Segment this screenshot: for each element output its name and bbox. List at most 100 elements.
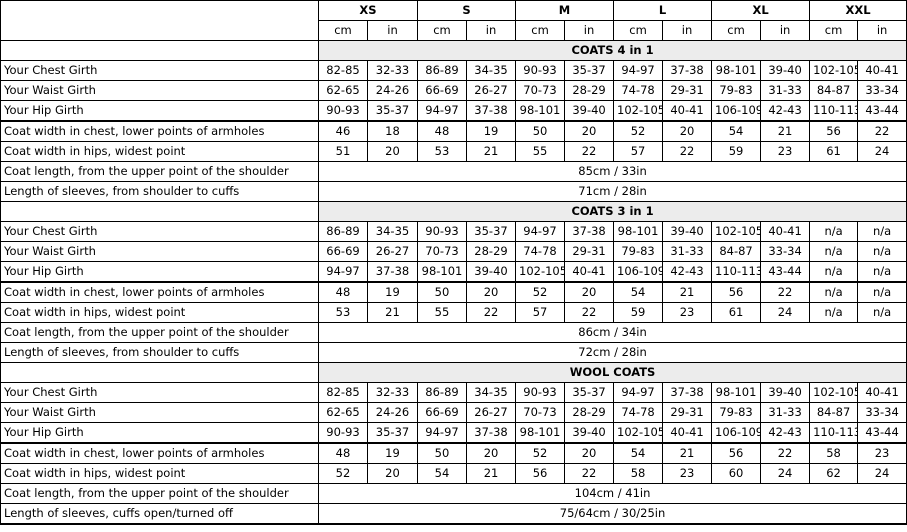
measurement-value: 39-40 bbox=[662, 221, 713, 242]
measurement-value: 50 bbox=[417, 281, 467, 303]
measurement-row: Coat width in hips, widest point 52 20 54 21… bbox=[0, 463, 907, 484]
measurement-value: 21 bbox=[367, 302, 418, 323]
measurement-value: 48 bbox=[318, 281, 368, 303]
measurement-value: 94-97 bbox=[318, 261, 368, 283]
unit-header-cm: cm bbox=[515, 20, 566, 41]
measurement-value: n/a bbox=[857, 221, 907, 242]
unit-header-in: in bbox=[465, 20, 517, 41]
measurement-value: 61 bbox=[809, 141, 859, 162]
unit-header-cm: cm bbox=[711, 20, 762, 41]
measurement-value: 32-33 bbox=[367, 60, 418, 81]
measurement-value: 110-113 bbox=[809, 422, 859, 444]
measurement-value: 43-44 bbox=[760, 261, 811, 283]
measurement-value: 33-34 bbox=[760, 241, 811, 262]
measurement-value: 28-29 bbox=[465, 241, 517, 262]
measurement-label: Coat width in hips, widest point bbox=[0, 463, 319, 484]
measurement-label: Length of sleeves, from shoulder to cuff… bbox=[0, 181, 319, 202]
measurement-value: 74-78 bbox=[613, 80, 664, 101]
measurement-value: 94-97 bbox=[417, 100, 467, 122]
measurement-value: 98-101 bbox=[613, 221, 664, 242]
measurement-value: 37-38 bbox=[465, 422, 517, 444]
measurement-value: 79-83 bbox=[711, 402, 762, 423]
measurement-value: 62-65 bbox=[318, 402, 368, 423]
measurement-row: Coat width in hips, widest point 51 20 53 21… bbox=[0, 141, 907, 162]
measurement-value: 71cm / 28in bbox=[317, 181, 907, 202]
measurement-row: Your Waist Girth 62-65 24-26 66-69 26-27 70-7… bbox=[0, 80, 907, 101]
unit-header-in: in bbox=[564, 20, 615, 41]
measurement-value: 50 bbox=[417, 442, 467, 464]
measurement-value: 39-40 bbox=[564, 422, 615, 444]
measurement-value: 22 bbox=[465, 302, 517, 323]
measurement-value: 29-31 bbox=[662, 402, 713, 423]
sleeve-length-row: Length of sleeves, from shoulder to cuff… bbox=[0, 181, 907, 202]
measurement-value: 110-113 bbox=[809, 100, 859, 122]
measurement-value: 19 bbox=[465, 120, 517, 142]
measurement-value: 22 bbox=[564, 302, 615, 323]
measurement-value: n/a bbox=[809, 302, 859, 323]
measurement-label: Coat width in chest, lower points of arm… bbox=[0, 120, 319, 142]
size-header-row: XS S M L XL XXL bbox=[0, 0, 907, 41]
measurement-value: 26-27 bbox=[465, 80, 517, 101]
measurement-value: 20 bbox=[564, 281, 615, 303]
measurement-value: 106-109 bbox=[711, 100, 762, 122]
measurement-value: 24-26 bbox=[367, 80, 418, 101]
measurement-value: 106-109 bbox=[613, 261, 664, 283]
size-header-xxl: XXL bbox=[809, 0, 907, 21]
measurement-value: 21 bbox=[465, 463, 517, 484]
measurement-value: 24 bbox=[760, 463, 811, 484]
unit-header-cm: cm bbox=[318, 20, 368, 41]
measurement-value: 98-101 bbox=[515, 422, 566, 444]
measurement-row: Your Chest Girth 82-85 32-33 86-89 34-35 90-9… bbox=[0, 382, 907, 403]
coat-length-row: Coat length, from the upper point of the… bbox=[0, 322, 907, 343]
measurement-value: 33-34 bbox=[857, 402, 907, 423]
measurement-value: 40-41 bbox=[857, 60, 907, 81]
measurement-value: 40-41 bbox=[857, 382, 907, 403]
measurement-value: 20 bbox=[367, 141, 418, 162]
measurement-value: 23 bbox=[662, 302, 713, 323]
unit-header-cm: cm bbox=[809, 20, 859, 41]
measurement-value: 74-78 bbox=[613, 402, 664, 423]
measurement-value: 29-31 bbox=[662, 80, 713, 101]
section-title: WOOL COATS bbox=[317, 362, 907, 383]
measurement-value: 28-29 bbox=[564, 402, 615, 423]
measurement-value: 54 bbox=[711, 120, 762, 142]
measurement-value: 37-38 bbox=[564, 221, 615, 242]
measurement-value: 21 bbox=[662, 442, 713, 464]
section-label-cell bbox=[0, 362, 319, 383]
measurement-value: 31-33 bbox=[662, 241, 713, 262]
measurement-value: 66-69 bbox=[417, 80, 467, 101]
measurement-value: n/a bbox=[809, 261, 859, 283]
measurement-value: 86cm / 34in bbox=[317, 322, 907, 343]
measurement-value: n/a bbox=[857, 302, 907, 323]
measurement-value: 42-43 bbox=[760, 422, 811, 444]
measurement-value: 19 bbox=[367, 442, 418, 464]
measurement-label: Length of sleeves, from shoulder to cuff… bbox=[0, 342, 319, 363]
measurement-value: 70-73 bbox=[515, 402, 566, 423]
measurement-label: Length of sleeves, cuffs open/turned off bbox=[0, 503, 319, 525]
measurement-value: 94-97 bbox=[613, 382, 664, 403]
measurement-label: Coat length, from the upper point of the… bbox=[0, 483, 319, 504]
sleeve-length-row: Length of sleeves, from shoulder to cuff… bbox=[0, 342, 907, 363]
measurement-value: 57 bbox=[515, 302, 566, 323]
measurement-row: Your Chest Girth 86-89 34-35 90-93 35-37 94-9… bbox=[0, 221, 907, 242]
coat-length-row: Coat length, from the upper point of the… bbox=[0, 161, 907, 182]
measurement-value: 74-78 bbox=[515, 241, 566, 262]
measurement-value: 37-38 bbox=[465, 100, 517, 122]
measurement-value: 32-33 bbox=[367, 382, 418, 403]
measurement-value: 22 bbox=[662, 141, 713, 162]
measurement-value: 31-33 bbox=[760, 402, 811, 423]
measurement-value: 59 bbox=[613, 302, 664, 323]
measurement-value: 90-93 bbox=[515, 60, 566, 81]
measurement-value: n/a bbox=[809, 281, 859, 303]
measurement-value: 94-97 bbox=[515, 221, 566, 242]
measurement-value: 23 bbox=[857, 442, 907, 464]
size-header-m: M bbox=[515, 0, 615, 21]
measurement-label: Your Hip Girth bbox=[0, 422, 319, 444]
measurement-value: 39-40 bbox=[564, 100, 615, 122]
measurement-row: Coat width in chest, lower points of arm… bbox=[0, 120, 907, 142]
measurement-value: 54 bbox=[613, 281, 664, 303]
measurement-value: 86-89 bbox=[417, 382, 467, 403]
measurement-label: Your Waist Girth bbox=[0, 241, 319, 262]
measurement-value: 40-41 bbox=[662, 100, 713, 122]
measurement-row: Your Chest Girth 82-85 32-33 86-89 34-35 90-9… bbox=[0, 60, 907, 81]
